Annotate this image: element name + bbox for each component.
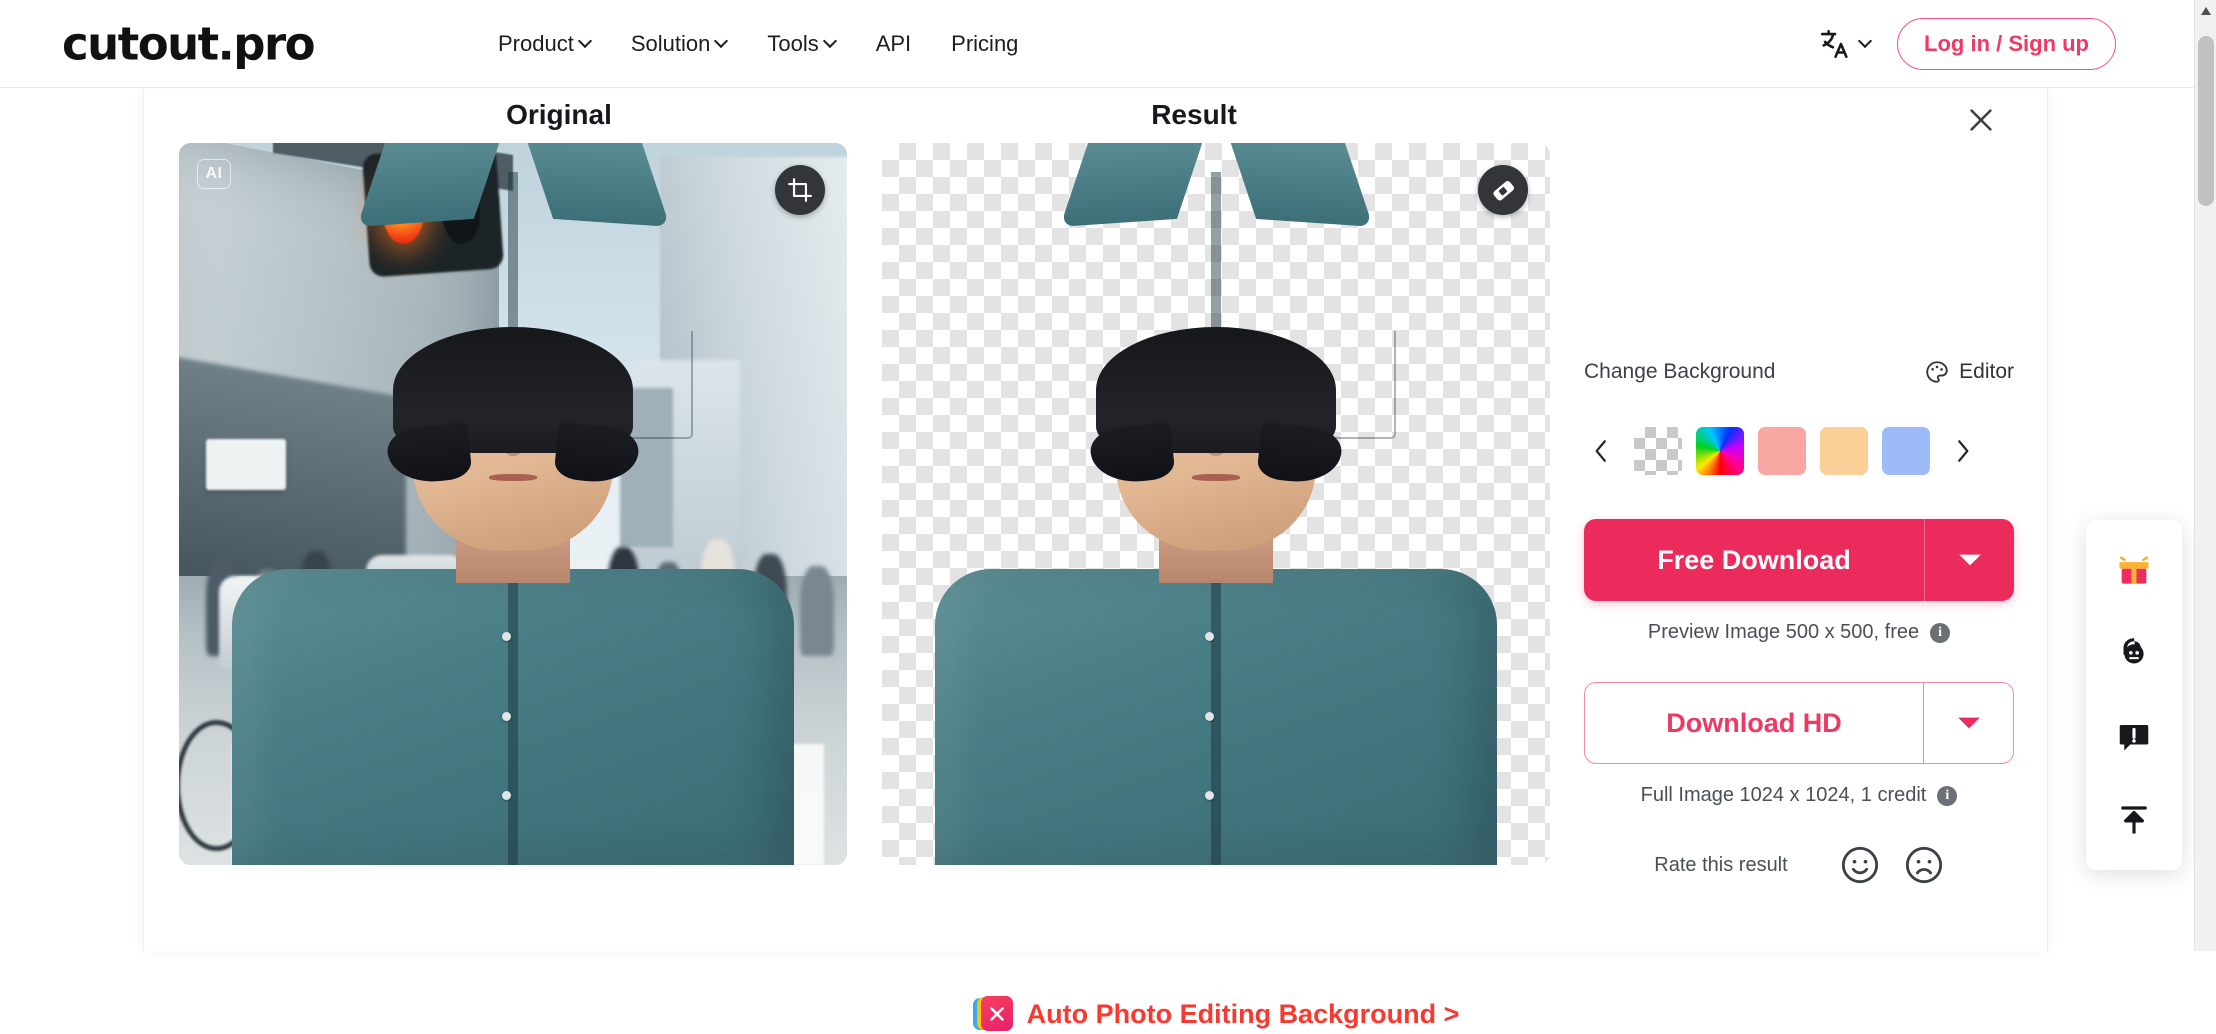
nav-label: Product <box>498 31 574 57</box>
editor-button[interactable]: Editor <box>1924 359 2014 385</box>
main-navigation: Product Solution Tools API Pricing <box>478 23 1038 65</box>
nav-label: Pricing <box>951 31 1018 57</box>
crop-button[interactable] <box>775 165 825 215</box>
login-signup-button[interactable]: Log in / Sign up <box>1897 18 2116 70</box>
nav-item-product[interactable]: Product <box>478 23 611 65</box>
swatch-pink[interactable] <box>1758 427 1806 475</box>
shirt-collar-right <box>524 143 669 226</box>
background-swatch-carousel <box>1584 427 2014 475</box>
download-hd-note: Full Image 1024 x 1024, 1 credit i <box>1584 784 2014 807</box>
shirt-collar-right <box>1227 143 1372 226</box>
chevron-down-icon <box>580 36 591 47</box>
info-icon[interactable]: i <box>1937 786 1957 806</box>
floating-toolbar <box>2086 520 2182 870</box>
scroll-to-top-icon <box>2116 802 2152 838</box>
close-icon <box>1966 105 1996 135</box>
download-hd-button[interactable]: Download HD <box>1584 682 2014 764</box>
free-download-button[interactable]: Free Download <box>1584 519 2014 601</box>
chevron-down-icon <box>1860 36 1871 47</box>
swatch-next-button[interactable] <box>1946 429 1980 473</box>
info-icon[interactable]: i <box>1930 623 1950 643</box>
download-hd-note-text: Full Image 1024 x 1024, 1 credit <box>1641 784 1927 807</box>
nav-label: Tools <box>767 31 818 57</box>
nav-item-tools[interactable]: Tools <box>747 23 855 65</box>
customer-service-button[interactable] <box>2106 625 2162 681</box>
original-image-panel: AI <box>179 143 847 865</box>
free-download-note: Preview Image 500 x 500, free i <box>1584 621 2014 644</box>
result-card: Original Result <box>143 89 2048 951</box>
free-download-note-text: Preview Image 500 x 500, free <box>1648 621 1919 644</box>
change-background-header: Change Background Editor <box>1584 359 2014 385</box>
header-actions: Log in / Sign up <box>1818 18 2116 70</box>
eraser-icon <box>1490 177 1517 204</box>
swatch-list <box>1634 427 1930 475</box>
change-background-label: Change Background <box>1584 360 1775 384</box>
chevron-down-icon <box>825 36 836 47</box>
scroll-to-top-button[interactable] <box>2106 792 2162 848</box>
free-download-dropdown[interactable] <box>1924 519 2014 601</box>
site-header: cutout.pro Product Solution Tools API Pr… <box>0 0 2201 88</box>
palette-icon <box>1924 359 1950 385</box>
chevron-left-icon <box>1591 438 1611 464</box>
feedback-icon <box>2116 719 2152 755</box>
hair <box>393 327 633 453</box>
hair <box>1096 327 1336 453</box>
rate-result-row: Rate this result <box>1584 845 2014 885</box>
original-photo <box>179 143 847 865</box>
smiley-sad-icon[interactable] <box>1904 845 1944 885</box>
translate-icon <box>1818 27 1852 61</box>
site-logo[interactable]: cutout.pro <box>62 17 314 70</box>
chevron-down-icon <box>716 36 727 47</box>
rate-result-label: Rate this result <box>1654 854 1787 877</box>
original-panel-title: Original <box>304 99 814 131</box>
person-subject-original <box>179 143 847 865</box>
erase-button[interactable] <box>1478 165 1528 215</box>
scrollbar-thumb[interactable] <box>2198 36 2214 206</box>
swatch-blue[interactable] <box>1882 427 1930 475</box>
result-panel-title: Result <box>784 99 1604 131</box>
shirt-collar-left <box>357 143 502 226</box>
magic-wand-app-icon <box>973 994 1013 1034</box>
nav-label: Solution <box>631 31 711 57</box>
swatch-peach[interactable] <box>1820 427 1868 475</box>
nav-label: API <box>876 31 911 57</box>
options-panel: Change Background Editor <box>1584 359 2014 885</box>
scrollbar-up-button[interactable] <box>2195 0 2216 22</box>
swatch-prev-button[interactable] <box>1584 429 1618 473</box>
download-hd-label: Download HD <box>1585 683 1923 763</box>
customer-service-icon <box>2116 635 2152 671</box>
wand-glyph-icon <box>986 1003 1008 1025</box>
chevron-right-icon <box>1953 438 1973 464</box>
feedback-button[interactable] <box>2106 709 2162 765</box>
scroll-up-arrow-icon <box>2200 6 2212 16</box>
gift-icon <box>2115 551 2153 589</box>
ai-badge: AI <box>197 159 231 189</box>
nav-item-api[interactable]: API <box>856 23 931 65</box>
nav-item-pricing[interactable]: Pricing <box>931 23 1038 65</box>
language-selector[interactable] <box>1818 27 1871 61</box>
swatch-transparent[interactable] <box>1634 427 1682 475</box>
person-subject-cutout <box>882 143 1550 865</box>
swatch-color-picker[interactable] <box>1696 427 1744 475</box>
smiley-happy-icon[interactable] <box>1840 845 1880 885</box>
page-scrollbar[interactable] <box>2194 0 2216 951</box>
gift-button[interactable] <box>2106 542 2162 598</box>
crop-icon <box>787 177 813 203</box>
caret-down-icon <box>1956 715 1982 731</box>
shirt-collar-left <box>1060 143 1205 226</box>
nav-item-solution[interactable]: Solution <box>611 23 748 65</box>
promo-label: Auto Photo Editing Background > <box>1027 999 1460 1030</box>
caret-down-icon <box>1957 552 1983 568</box>
close-button[interactable] <box>1958 97 2004 143</box>
promo-link[interactable]: Auto Photo Editing Background > <box>882 994 1550 1034</box>
free-download-label: Free Download <box>1584 519 1924 601</box>
editor-label: Editor <box>1959 360 2014 384</box>
result-image-panel <box>882 143 1550 865</box>
download-hd-dropdown[interactable] <box>1923 683 2013 763</box>
